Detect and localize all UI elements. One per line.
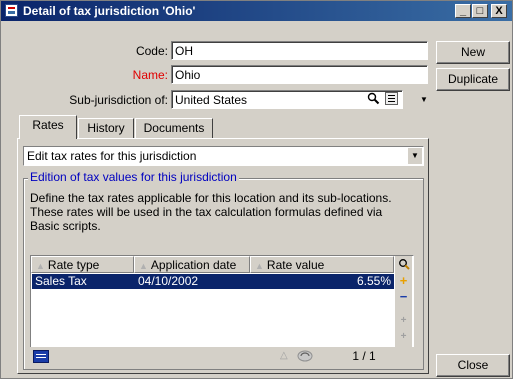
tab-rates[interactable]: Rates	[19, 115, 77, 139]
table-row[interactable]: Sales Tax 04/10/2002 6.55%	[32, 274, 394, 289]
rate-mode-select[interactable]: Edit tax rates for this jurisdiction ▼	[23, 146, 424, 166]
cell-application-date: 04/10/2002	[138, 274, 199, 288]
column-application-date-label: Application date	[150, 258, 237, 272]
name-field[interactable]: Ohio	[171, 65, 428, 84]
group-title: Edition of tax values for this jurisdict…	[28, 170, 239, 184]
sort-icon: ▲	[139, 261, 148, 271]
chevron-down-icon[interactable]: ▼	[408, 148, 422, 164]
add-row-icon[interactable]: +	[397, 274, 410, 287]
minimize-button[interactable]: _	[455, 4, 471, 18]
refresh-icon[interactable]	[296, 349, 314, 366]
duplicate-button[interactable]: Duplicate	[436, 68, 510, 91]
new-button-label: New	[460, 45, 485, 59]
table-header: ▲ Rate type ▲ Application date ▲ Rate value	[31, 256, 394, 273]
code-label: Code:	[135, 44, 168, 58]
record-counter: 1 / 1	[340, 349, 388, 364]
column-rate-value-label: Rate value	[266, 258, 325, 272]
rate-mode-value: Edit tax rates for this jurisdiction	[27, 149, 197, 163]
remove-row-icon[interactable]: −	[397, 290, 410, 303]
subjurisdiction-label: Sub-jurisdiction of:	[69, 93, 168, 107]
close-window-button[interactable]: X	[491, 4, 507, 18]
title-bar[interactable]: Detail of tax jurisdiction 'Ohio' _ □ X	[1, 1, 512, 21]
window-title: Detail of tax jurisdiction 'Ohio'	[23, 4, 196, 18]
move-up-icon[interactable]: +	[397, 314, 410, 327]
sort-icon: ▲	[36, 261, 45, 271]
sort-indicator-icon: △	[280, 350, 288, 361]
subjurisdiction-dropdown-icon[interactable]: ▼	[419, 91, 429, 109]
column-rate-type-label: Rate type	[47, 258, 100, 272]
tab-rates-label: Rates	[32, 118, 64, 132]
close-button[interactable]: Close	[436, 354, 510, 377]
tab-history[interactable]: History	[78, 118, 134, 138]
table-menu-icon[interactable]	[33, 350, 49, 363]
column-rate-value[interactable]: ▲ Rate value	[250, 256, 394, 273]
close-button-label: Close	[457, 358, 489, 372]
detail-window: Detail of tax jurisdiction 'Ohio' _ □ X …	[0, 0, 513, 379]
cell-rate-value: 6.55%	[356, 274, 391, 288]
tab-documents-label: Documents	[143, 121, 205, 135]
table-footer: △ 1 / 1	[30, 347, 414, 367]
search-icon[interactable]	[397, 258, 410, 271]
name-label: Name:	[132, 68, 168, 82]
group-description: Define the tax rates applicable for this…	[30, 191, 392, 233]
search-icon[interactable]	[367, 92, 380, 108]
app-icon	[5, 4, 18, 17]
duplicate-button-label: Duplicate	[447, 72, 499, 86]
new-button[interactable]: New	[436, 41, 510, 64]
column-rate-type[interactable]: ▲ Rate type	[31, 256, 134, 273]
maximize-button[interactable]: □	[472, 4, 488, 18]
tab-history-label: History	[87, 121, 125, 135]
cell-rate-type: Sales Tax	[35, 274, 87, 288]
column-application-date[interactable]: ▲ Application date	[134, 256, 250, 273]
subjurisdiction-value: United States	[175, 93, 248, 107]
subjurisdiction-field[interactable]: United States	[171, 90, 403, 109]
code-field[interactable]: OH	[171, 41, 428, 60]
sort-icon: ▲	[255, 261, 264, 271]
move-down-icon[interactable]: +	[397, 330, 410, 343]
detail-icon[interactable]	[385, 92, 398, 105]
tab-documents[interactable]: Documents	[135, 118, 213, 138]
